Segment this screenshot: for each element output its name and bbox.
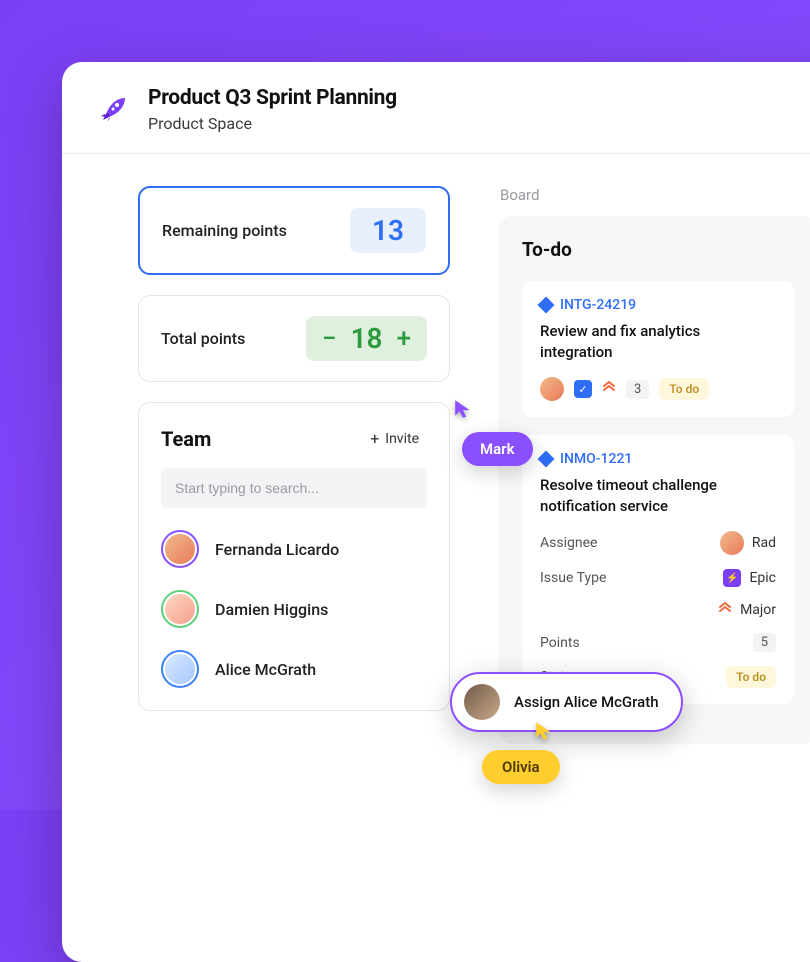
ticket-title: Review and fix analytics integration [540,321,776,363]
detail-label-assignee: Assignee [540,535,597,551]
assign-avatar [464,684,500,720]
avatar [161,590,199,628]
total-points-value: 18 [351,322,383,355]
cursor-icon [534,720,556,742]
rocket-icon [96,93,130,127]
remaining-points-card[interactable]: Remaining points 13 [138,186,450,275]
left-column: Remaining points 13 Total points − 18 + … [90,186,450,744]
cursor-icon [453,398,475,420]
team-list: Fernanda Licardo Damien Higgins Alice Mc… [161,530,427,688]
content-area: Remaining points 13 Total points − 18 + … [62,154,810,776]
assignee-avatar [720,531,744,555]
avatar [161,530,199,568]
invite-button[interactable]: + Invite [362,425,427,452]
epic-icon: ⚡ [723,569,741,587]
points-badge: 5 [753,633,776,652]
ticket-card[interactable]: INTG-24219 Review and fix analytics inte… [522,281,794,417]
check-icon: ✓ [574,380,592,398]
detail-label-type: Issue Type [540,570,606,586]
collaborator-cursor-olivia: Olivia [482,750,560,784]
remaining-points-label: Remaining points [162,221,287,240]
status-badge: To do [726,666,776,688]
ticket-title: Resolve timeout challenge notification s… [540,475,776,517]
board-tab[interactable]: Board [500,186,810,204]
app-window: Product Q3 Sprint Planning Product Space… [62,62,810,962]
avatar [161,650,199,688]
detail-label-points: Points [540,635,580,651]
invite-label: Invite [385,431,419,447]
points-badge: 3 [626,380,649,399]
plus-icon: + [370,429,379,448]
issue-type-icon [538,297,555,314]
member-name: Alice McGrath [215,660,316,679]
ticket-id: INMO-1221 [560,451,632,467]
cursor-label: Olivia [502,758,540,776]
ticket-card[interactable]: INMO-1221 Resolve timeout challenge noti… [522,435,794,704]
cursor-label: Mark [480,440,515,458]
team-member[interactable]: Damien Higgins [161,590,427,628]
team-search-input[interactable] [161,468,427,508]
member-name: Damien Higgins [215,600,328,619]
total-points-stepper: − 18 + [306,316,427,361]
total-points-label: Total points [161,329,245,348]
page-title: Product Q3 Sprint Planning [148,86,397,110]
issue-type-icon [538,451,555,468]
priority-icon [602,380,616,398]
assign-action-pill[interactable]: Assign Alice McGrath [450,672,683,732]
remaining-points-value: 13 [350,208,426,253]
team-panel: Team + Invite Fernanda Licardo Damien Hi… [138,402,450,711]
page-subtitle: Product Space [148,114,397,133]
column-title: To-do [522,238,794,261]
ticket-id: INTG-24219 [560,297,636,313]
right-column: Board To-do INTG-24219 Review and fix an… [498,186,810,744]
collaborator-cursor-mark: Mark [462,432,533,466]
team-member[interactable]: Fernanda Licardo [161,530,427,568]
assign-label: Assign Alice McGrath [514,693,659,711]
detail-value-type: Epic [749,570,776,586]
total-points-card: Total points − 18 + [138,295,450,382]
board-column: To-do INTG-24219 Review and fix analytic… [498,216,810,744]
detail-value-priority: Major [740,602,776,618]
detail-value-assignee: Rad [752,535,776,551]
team-member[interactable]: Alice McGrath [161,650,427,688]
increment-button[interactable]: + [397,324,411,354]
decrement-button[interactable]: − [322,324,337,354]
priority-icon [718,601,732,619]
status-badge: To do [659,378,709,400]
assignee-avatar [540,377,564,401]
team-title: Team [161,427,211,451]
ticket-details: Assignee Rad Issue Type ⚡ Epic [540,531,776,688]
page-header: Product Q3 Sprint Planning Product Space [62,62,810,154]
member-name: Fernanda Licardo [215,540,339,559]
